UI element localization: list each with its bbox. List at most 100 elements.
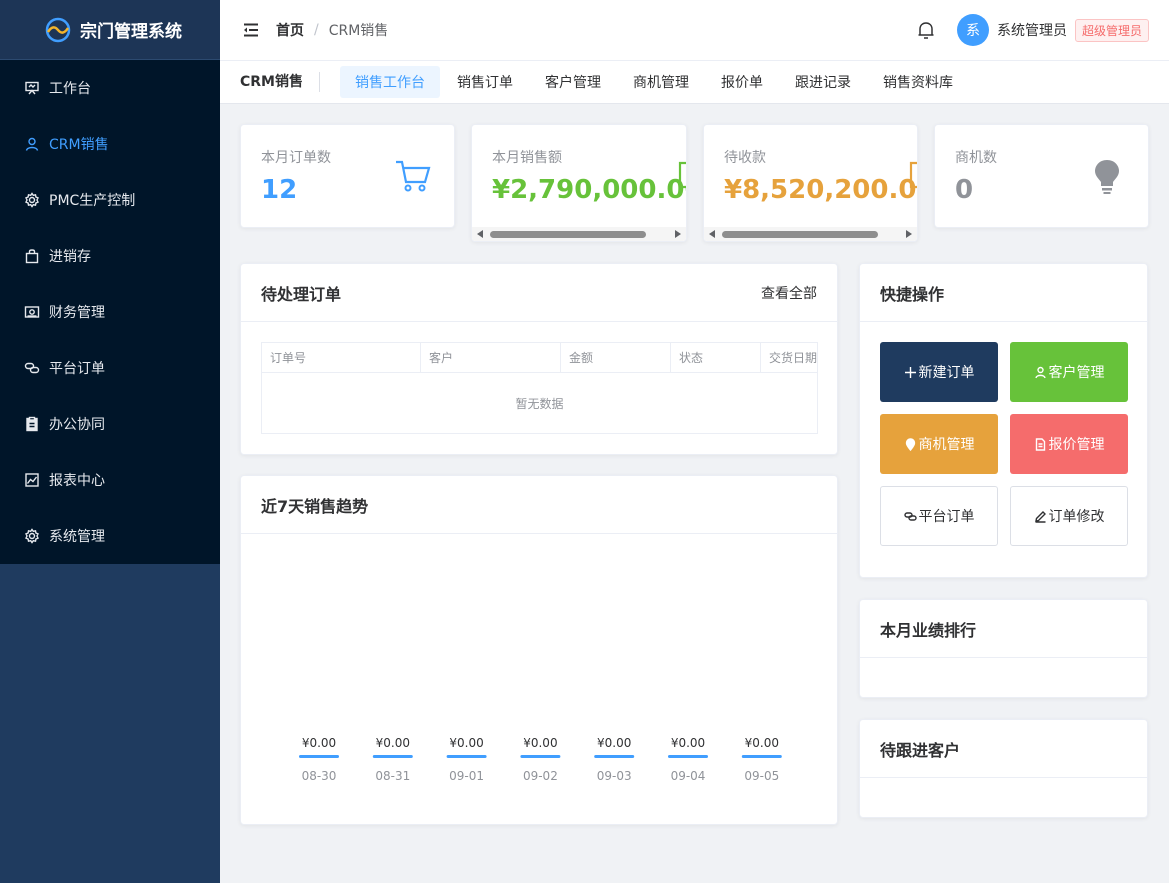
sidebar-item-reports[interactable]: 报表中心 (0, 452, 220, 508)
scroll-left-icon[interactable] (477, 230, 483, 238)
scroll-thumb[interactable] (722, 231, 878, 238)
sales-trend-panel: 近7天销售趋势 ¥0.00 08-30 ¥0.00 08-31 ¥0.00 09-01 ¥0… (240, 475, 838, 825)
panel-header: 本月业绩排行 (860, 600, 1147, 658)
sidebar-item-label: 办公协同 (49, 417, 105, 433)
menu-fold-icon[interactable] (242, 21, 260, 39)
clipboard-icon (26, 416, 38, 432)
user-name[interactable]: 系统管理员 (997, 20, 1067, 40)
stat-card-sales: 本月销售额 ¥2,790,000.00 (471, 124, 687, 242)
chart-tick-label: 09-03 (597, 769, 632, 783)
platform-orders-button[interactable]: 平台订单 (880, 486, 998, 546)
chart-tick-label: 09-05 (744, 769, 779, 783)
sidebar-item-label: 财务管理 (49, 305, 105, 321)
sidebar-item-label: 系统管理 (49, 529, 105, 545)
scroll-right-icon[interactable] (675, 230, 681, 238)
table-header: 订单号 客户 金额 状态 交货日期 (262, 343, 817, 373)
chart-data-label: ¥0.00 (523, 736, 557, 750)
sidebar: 宗门管理系统 工作台 CRM销售 PMC生产控制 进销存 财务管理 平台订单 办… (0, 0, 220, 883)
stat-value: ¥2,790,000.00 (492, 175, 687, 205)
chart-bar (299, 755, 339, 758)
button-label: 新建订单 (918, 365, 975, 381)
app-title: 宗门管理系统 (80, 22, 182, 42)
column-header[interactable]: 客户 (421, 343, 561, 372)
panel-header: 待跟进客户 (860, 720, 1147, 778)
chart-bar (520, 755, 561, 758)
order-edit-button[interactable]: 订单修改 (1010, 486, 1128, 546)
tab-opportunities[interactable]: 商机管理 (618, 66, 704, 98)
stat-label: 本月销售额 (492, 150, 562, 166)
chart-tick-label: 09-02 (523, 769, 558, 783)
chart-data-label: ¥0.00 (745, 736, 779, 750)
opportunity-management-button[interactable]: 商机管理 (880, 414, 998, 474)
bag-icon (25, 249, 39, 264)
stat-card-orders: 本月订单数 12 (240, 124, 455, 228)
tab-quotes[interactable]: 报价单 (706, 66, 778, 98)
sidebar-item-office[interactable]: 办公协同 (0, 396, 220, 452)
scroll-right-icon[interactable] (906, 230, 912, 238)
chart-data-label: ¥0.00 (376, 736, 410, 750)
module-tabbar: CRM销售 销售工作台 销售订单 客户管理 商机管理 报价单 跟进记录 销售资料… (220, 60, 1169, 104)
pending-orders-panel: 待处理订单 查看全部 订单号 客户 金额 状态 交货日期 暂无数据 (240, 263, 838, 455)
logo-icon (45, 17, 71, 42)
chart-tick-label: 08-31 (375, 769, 410, 783)
column-header[interactable]: 订单号 (262, 343, 421, 372)
sidebar-item-platform-orders[interactable]: 平台订单 (0, 340, 220, 396)
panel-header: 近7天销售趋势 (241, 476, 837, 534)
followup-customers-panel: 待跟进客户 (859, 719, 1148, 818)
pencil-icon (1034, 510, 1046, 523)
empty-state: 暂无数据 (515, 396, 564, 411)
sidebar-item-system[interactable]: 系统管理 (0, 508, 220, 564)
chart-bar (594, 755, 635, 758)
breadcrumb-current: CRM销售 (328, 23, 389, 39)
new-order-button[interactable]: 新建订单 (880, 342, 998, 402)
sidebar-item-pmc[interactable]: PMC生产控制 (0, 172, 220, 228)
sidebar-item-dashboard[interactable]: 工作台 (0, 60, 220, 116)
user-icon (1034, 366, 1046, 378)
bell-icon[interactable] (915, 19, 937, 41)
chart-tick-label: 09-01 (449, 769, 484, 783)
customer-management-button[interactable]: 客户管理 (1010, 342, 1128, 402)
chart-data-label: ¥0.00 (449, 736, 483, 750)
tab-sales-library[interactable]: 销售资料库 (868, 66, 968, 98)
stat-value: ¥8,520,200.00 (724, 175, 918, 205)
sidebar-item-finance[interactable]: 财务管理 (0, 284, 220, 340)
sidebar-item-crm[interactable]: CRM销售 (0, 116, 220, 172)
sidebar-item-label: PMC生产控制 (49, 193, 136, 209)
panel-title: 快捷操作 (880, 284, 945, 304)
view-all-link[interactable]: 查看全部 (761, 283, 817, 303)
dashboard-icon (25, 81, 39, 95)
horizontal-scrollbar[interactable] (472, 227, 686, 241)
avatar[interactable]: 系 (956, 14, 989, 46)
stat-value: 12 (261, 175, 298, 205)
tab-followups[interactable]: 跟进记录 (780, 66, 866, 98)
column-header[interactable]: 交货日期 (761, 343, 817, 372)
chart-icon (25, 473, 39, 487)
chart-bar (668, 755, 708, 758)
horizontal-scrollbar[interactable] (704, 227, 917, 241)
tab-sales-orders[interactable]: 销售订单 (442, 66, 528, 98)
plus-icon (904, 366, 916, 378)
link-icon (903, 511, 917, 521)
performance-ranking-panel: 本月业绩排行 (859, 599, 1148, 698)
panel-header: 待处理订单 查看全部 (241, 264, 837, 322)
gear-icon (25, 192, 39, 208)
pin-icon (905, 437, 915, 451)
chart-tick-label: 08-30 (302, 769, 337, 783)
stat-label: 本月订单数 (261, 150, 331, 166)
tab-customers[interactable]: 客户管理 (530, 66, 616, 98)
scroll-thumb[interactable] (490, 231, 646, 238)
column-header[interactable]: 金额 (561, 343, 671, 372)
tab-sales-workbench[interactable]: 销售工作台 (340, 66, 440, 98)
sales-trend-chart: ¥0.00 08-30 ¥0.00 08-31 ¥0.00 09-01 ¥0.00 09-02… (299, 736, 782, 783)
column-header[interactable]: 状态 (671, 343, 761, 372)
user-icon (25, 137, 39, 151)
scroll-left-icon[interactable] (709, 230, 715, 238)
panel-title: 待跟进客户 (880, 740, 961, 760)
breadcrumb-home[interactable]: 首页 (276, 20, 304, 40)
quote-management-button[interactable]: 报价管理 (1010, 414, 1128, 474)
sidebar-item-inventory[interactable]: 进销存 (0, 228, 220, 284)
panel-header: 快捷操作 (860, 264, 1147, 322)
stat-card-opportunities: 商机数 0 (934, 124, 1149, 228)
sidebar-item-label: CRM销售 (49, 137, 109, 153)
app-logo[interactable]: 宗门管理系统 (0, 0, 220, 60)
